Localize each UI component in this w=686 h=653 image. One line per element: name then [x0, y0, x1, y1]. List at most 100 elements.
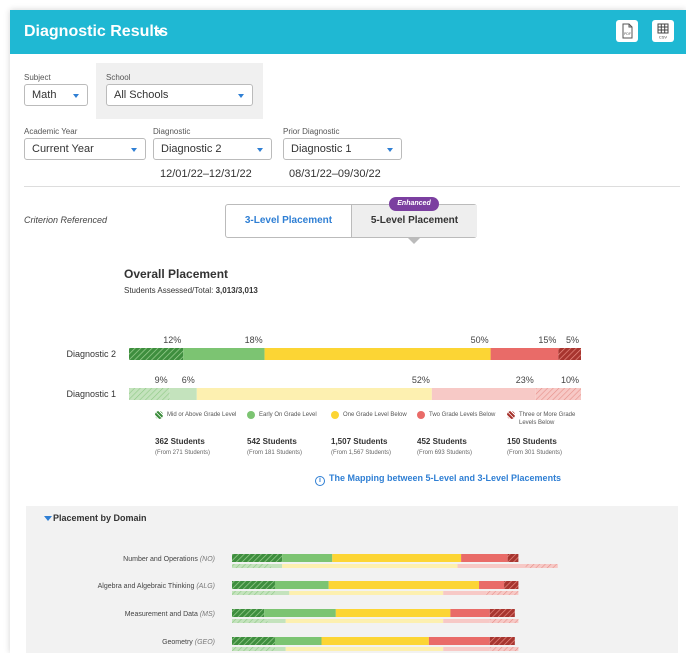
chevron-down-icon — [73, 94, 79, 98]
domain-prior-segment-three-below[interactable] — [486, 591, 519, 595]
bar-segment-one-below[interactable] — [264, 348, 491, 360]
chevron-down-icon — [238, 94, 244, 98]
domain-segment-one-below[interactable] — [332, 554, 462, 562]
domain-row-label: Algebra and Algebraic Thinking (ALG) — [98, 583, 215, 590]
domain-segment-three-below[interactable] — [504, 581, 519, 589]
csv-icon-label: CSV — [659, 35, 668, 40]
domain-segment-mid-above[interactable] — [232, 581, 275, 589]
legend-student-count: 362 Students — [155, 437, 205, 446]
pdf-export-button[interactable]: PDF — [616, 20, 638, 42]
info-icon: i — [315, 476, 325, 486]
domain-prior-segment-one-below[interactable] — [285, 647, 444, 651]
category-label: Diagnostic 2 — [66, 349, 116, 359]
domain-prior-segment-two-below[interactable] — [443, 591, 487, 595]
domain-segment-one-below[interactable] — [335, 609, 451, 617]
legend-label: Mid or Above Grade Level — [167, 412, 237, 418]
prior-diagnostic-select[interactable]: Diagnostic 1 — [283, 138, 402, 160]
school-value: All Schools — [114, 89, 169, 101]
tab-3-level-placement[interactable]: 3-Level Placement — [226, 205, 351, 237]
domain-prior-segment-mid-above[interactable] — [232, 619, 268, 623]
bar-segment-mid-above[interactable] — [129, 388, 170, 400]
dot-icon — [417, 411, 425, 419]
bar-segment-one-below[interactable] — [196, 388, 432, 400]
subject-select[interactable]: Math — [24, 84, 88, 106]
bar-segment-early-on[interactable] — [169, 388, 197, 400]
domain-segment-early-on[interactable] — [264, 609, 336, 617]
domain-prior-segment-early-on[interactable] — [271, 564, 283, 568]
domain-prior-segment-mid-above[interactable] — [232, 591, 275, 595]
legend-label: Early On Grade Level — [259, 412, 317, 418]
school-select[interactable]: All Schools — [106, 84, 253, 106]
bar-value-label: 50% — [471, 335, 489, 345]
category-label: Diagnostic 1 — [66, 389, 116, 399]
criterion-label: Criterion Referenced — [24, 215, 108, 225]
domain-prior-segment-two-below[interactable] — [443, 619, 490, 623]
domain-segment-early-on[interactable] — [282, 554, 333, 562]
domain-segment-two-below[interactable] — [461, 554, 508, 562]
school-label: School — [106, 73, 131, 82]
divider — [24, 186, 680, 187]
domain-segment-early-on[interactable] — [274, 637, 322, 645]
bar-segment-two-below[interactable] — [431, 388, 536, 400]
domain-segment-two-below[interactable] — [450, 609, 490, 617]
legend-prior-count: (From 1,567 Students) — [331, 450, 392, 456]
pdf-file-icon: PDF — [622, 23, 633, 39]
domain-segment-mid-above[interactable] — [232, 554, 283, 562]
chevron-down-icon — [257, 148, 263, 152]
bar-segment-mid-above[interactable] — [129, 348, 184, 360]
placement-by-domain-section: Placement by Domain Number and Operation… — [26, 506, 678, 653]
title-chevron-down-icon[interactable] — [156, 30, 164, 35]
csv-export-button[interactable]: CSV — [652, 20, 674, 42]
domain-prior-segment-early-on[interactable] — [274, 591, 290, 595]
domain-prior-segment-one-below[interactable] — [285, 619, 444, 623]
bar-segment-early-on[interactable] — [183, 348, 265, 360]
legend-prior-count: (From 181 Students) — [247, 450, 303, 456]
bar-segment-three-below[interactable] — [558, 348, 581, 360]
domain-prior-segment-early-on[interactable] — [267, 619, 286, 623]
mapping-link[interactable]: i The Mapping between 5-Level and 3-Level… — [315, 473, 561, 486]
prior-diagnostic-date-range: 08/31/22–09/30/22 — [289, 168, 381, 180]
domain-prior-segment-mid-above[interactable] — [232, 647, 275, 651]
domain-segment-three-below[interactable] — [489, 637, 515, 645]
domain-segment-one-below[interactable] — [321, 637, 429, 645]
domain-segment-mid-above[interactable] — [232, 609, 265, 617]
domain-segment-one-below[interactable] — [328, 581, 480, 589]
domain-prior-segment-three-below[interactable] — [525, 564, 558, 568]
subject-label: Subject — [24, 73, 51, 82]
domain-prior-segment-three-below[interactable] — [489, 647, 519, 651]
domain-segment-early-on[interactable] — [274, 581, 329, 589]
domain-segment-three-below[interactable] — [489, 609, 515, 617]
academic-year-select[interactable]: Current Year — [24, 138, 146, 160]
domain-prior-segment-two-below[interactable] — [443, 647, 490, 651]
domain-prior-segment-one-below[interactable] — [282, 564, 458, 568]
domain-prior-segment-one-below[interactable] — [289, 591, 444, 595]
legend-student-count: 1,507 Students — [331, 437, 388, 446]
page-title[interactable]: Diagnostic Results — [24, 23, 168, 41]
diagnostic-select[interactable]: Diagnostic 2 — [153, 138, 272, 160]
diagnostic-value: Diagnostic 2 — [161, 143, 222, 155]
legend-label: Three or More Grade Levels Below — [519, 412, 576, 426]
domain-prior-segment-early-on[interactable] — [274, 647, 286, 651]
bar-value-label: 52% — [412, 375, 430, 385]
domain-segment-three-below[interactable] — [507, 554, 519, 562]
prior-diagnostic-label: Prior Diagnostic — [283, 127, 340, 136]
legend-prior-count: (From 693 Students) — [417, 450, 473, 456]
bar-value-label: 15% — [538, 335, 556, 345]
legend-student-count: 452 Students — [417, 437, 467, 446]
domain-segment-two-below[interactable] — [428, 637, 490, 645]
bar-segment-three-below[interactable] — [535, 388, 581, 400]
domain-prior-segment-two-below[interactable] — [457, 564, 526, 568]
bar-value-label: 6% — [182, 375, 195, 385]
prior-diagnostic-value: Diagnostic 1 — [291, 143, 352, 155]
domain-placement-chart: Number and Operations (NO) Algebra and Al… — [98, 554, 558, 651]
overall-placement-chart: Diagnostic 2 12% 18% 50% 15% 5% Diagnostic 1 9%… — [66, 335, 581, 400]
domain-prior-segment-three-below[interactable] — [489, 619, 519, 623]
header-bar: Diagnostic Results PDF CSV — [10, 10, 686, 54]
domain-segment-two-below[interactable] — [479, 581, 505, 589]
domain-prior-segment-mid-above[interactable] — [232, 564, 272, 568]
domain-row-label: Geometry (GEO) — [162, 639, 215, 646]
students-assessed: Students Assessed/Total: 3,013/3,013 — [124, 286, 258, 295]
legend-label: Two Grade Levels Below — [429, 412, 496, 418]
bar-segment-two-below[interactable] — [490, 348, 559, 360]
domain-segment-mid-above[interactable] — [232, 637, 275, 645]
